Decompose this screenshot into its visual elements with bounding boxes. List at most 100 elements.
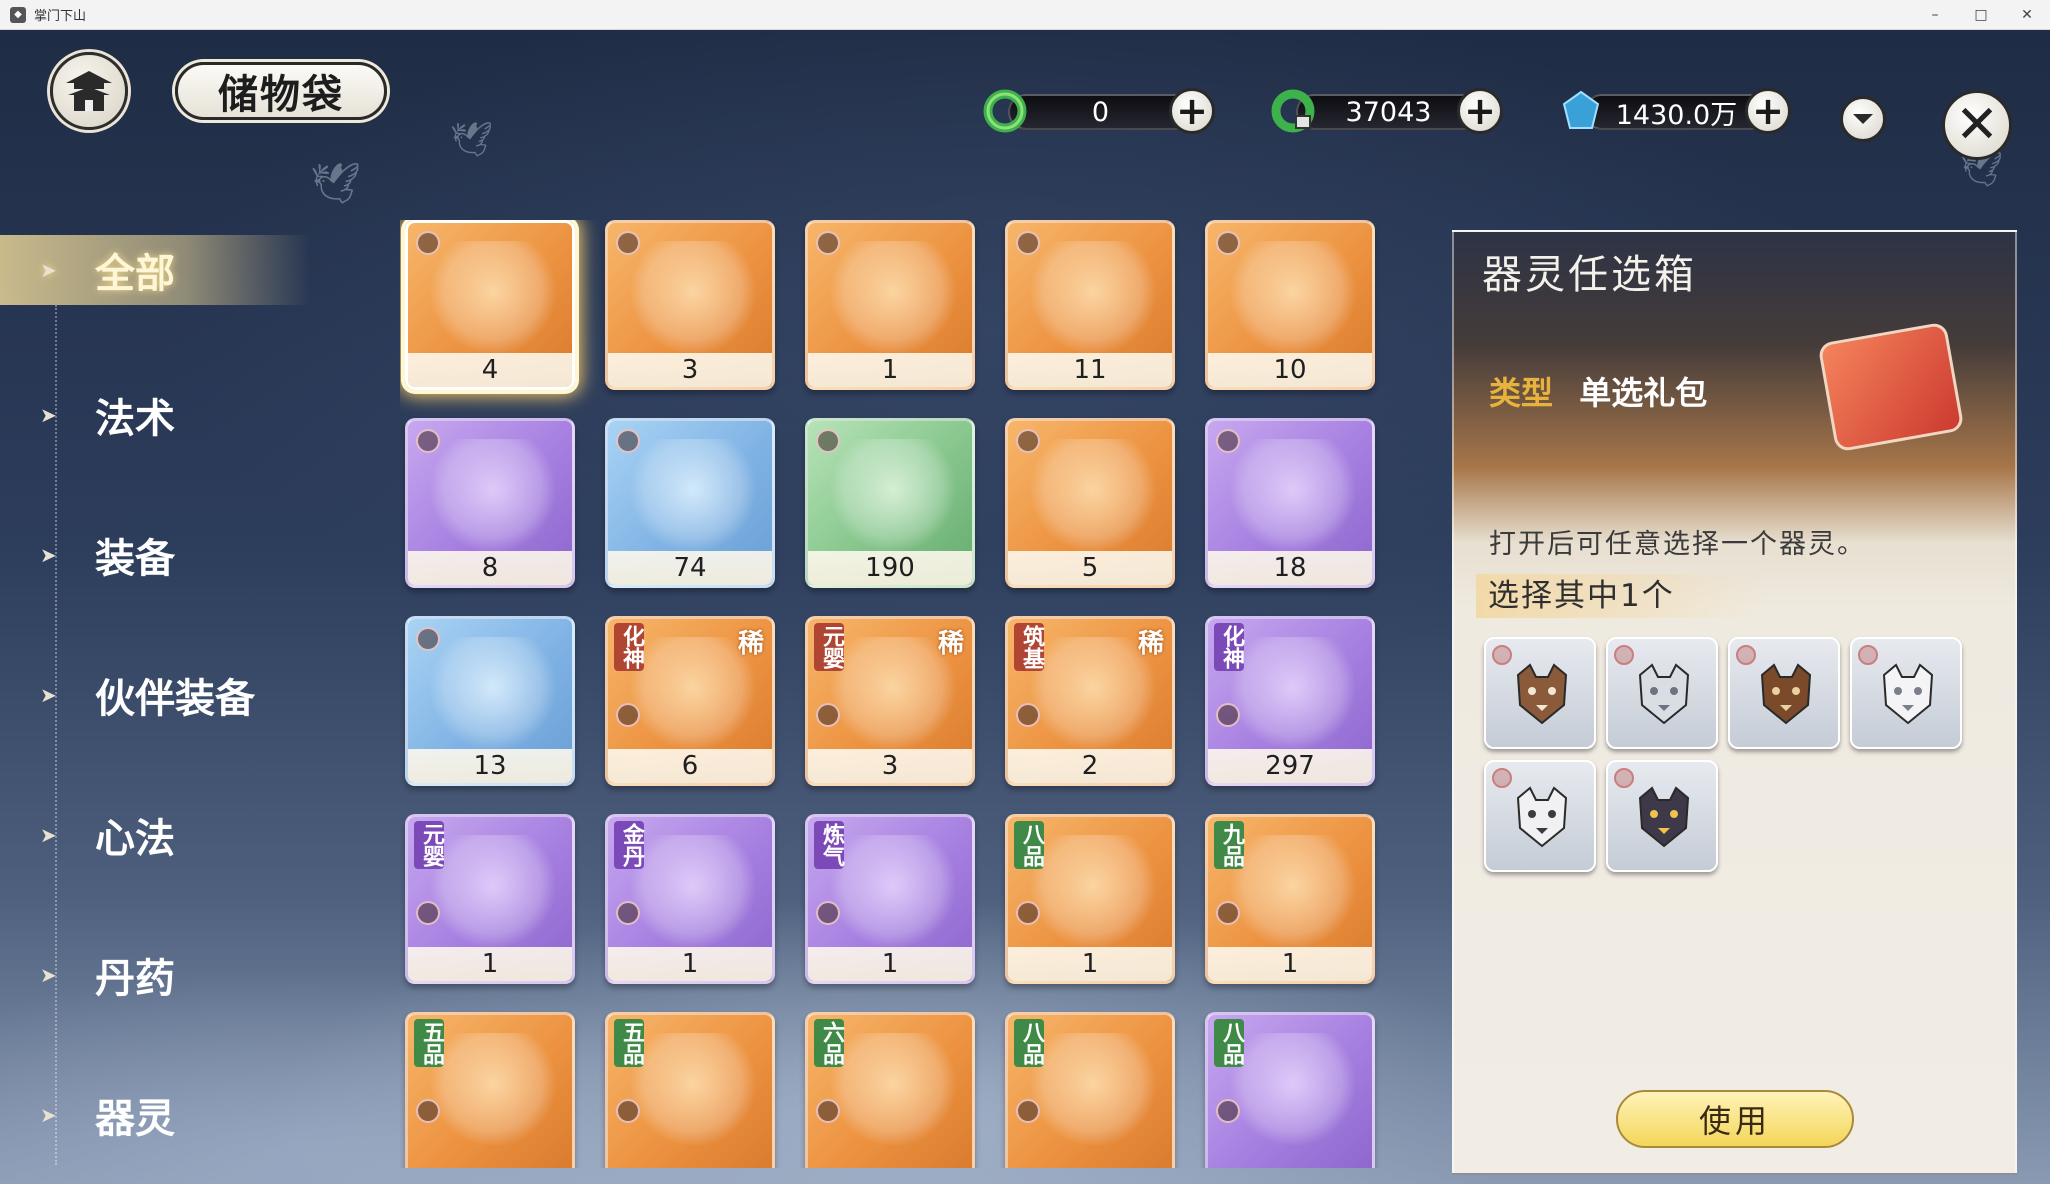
- item-artwork-icon: [430, 637, 556, 749]
- item-artwork-icon: [430, 241, 556, 353]
- sidebar-item-spells[interactable]: ➤ 法术: [40, 380, 320, 450]
- inventory-item[interactable]: 8: [405, 418, 575, 588]
- item-artwork-icon: [630, 439, 756, 551]
- window-close-button[interactable]: ✕: [2004, 0, 2050, 30]
- item-artwork-icon: [430, 835, 556, 947]
- spirit-option[interactable]: [1606, 637, 1718, 749]
- sidebar-item-mind-method[interactable]: ➤ 心法: [40, 800, 320, 870]
- jade-dragon-icon: [980, 86, 1030, 136]
- item-artwork-icon: [830, 1033, 956, 1145]
- inventory-item[interactable]: 190: [805, 418, 975, 588]
- currency-spirit-stone: 1430.0万 +: [1556, 88, 1791, 134]
- spirit-option[interactable]: [1484, 637, 1596, 749]
- sidebar-item-label: 伙伴装备: [95, 676, 255, 722]
- category-sidebar: ➤ 全部 ➤ 法术 ➤ 装备 ➤ 伙伴装备 ➤ 心法 ➤ 丹药 ➤ 器灵: [0, 205, 330, 1184]
- inventory-item[interactable]: 13: [405, 616, 575, 786]
- currency-bound-jade: 37043 +: [1268, 88, 1503, 134]
- inventory-item[interactable]: 九品 1: [1205, 814, 1375, 984]
- lock-icon: [616, 429, 640, 453]
- sidebar-item-artifact-spirit[interactable]: ➤ 器灵: [40, 1080, 320, 1150]
- item-type: 类型 单选礼包: [1489, 368, 1707, 414]
- game-viewport: 🕊 🕊 🕊 储物袋 0 + 37043 + 1430.0万 + ✕ ➤ 全部 ➤…: [0, 30, 2050, 1184]
- inventory-item[interactable]: 金丹 1: [605, 814, 775, 984]
- item-count: 4: [408, 353, 572, 387]
- sidebar-item-label: 丹药: [95, 956, 175, 1002]
- inventory-grid: 4 3 1 11 10 8 74 190 5 18 13 化神稀 6 元婴稀 3 筑基稀 2 化神 297 元婴 1 金丹…: [400, 220, 1400, 1168]
- inventory-item[interactable]: 元婴 稀 3: [805, 616, 975, 786]
- inventory-item[interactable]: 炼气 1: [805, 814, 975, 984]
- item-detail-panel: 器灵任选箱 类型 单选礼包 打开后可任意选择一个器灵。 选择其中1个 使用: [1452, 230, 2017, 1175]
- item-artwork-icon: [1230, 637, 1356, 749]
- wolf-icon: [1638, 663, 1690, 725]
- item-count: 297: [1208, 749, 1372, 783]
- item-grade-tag: 炼气: [814, 821, 844, 869]
- arrow-icon: ➤: [40, 1103, 57, 1127]
- spirit-option[interactable]: [1484, 760, 1596, 872]
- inventory-item[interactable]: 八品: [1005, 1012, 1175, 1168]
- rare-badge: 稀: [937, 629, 964, 659]
- inventory-item[interactable]: 六品: [805, 1012, 975, 1168]
- lock-icon: [1216, 231, 1240, 255]
- lock-icon: [1216, 901, 1240, 925]
- spirit-option[interactable]: [1728, 637, 1840, 749]
- inventory-item[interactable]: 五品: [605, 1012, 775, 1168]
- inventory-item[interactable]: 10: [1205, 220, 1375, 390]
- maximize-button[interactable]: □: [1958, 0, 2004, 30]
- inventory-item[interactable]: 化神 297: [1205, 616, 1375, 786]
- lock-icon: [616, 703, 640, 727]
- minimize-button[interactable]: –: [1912, 0, 1958, 30]
- item-grade-tag: 化神: [614, 623, 644, 671]
- item-grade-tag: 八品: [1214, 1019, 1244, 1067]
- inventory-item[interactable]: 5: [1005, 418, 1175, 588]
- close-button[interactable]: ✕: [1942, 90, 2012, 160]
- spirit-option[interactable]: [1606, 760, 1718, 872]
- page-title: 储物袋: [175, 62, 387, 120]
- arrow-icon: ➤: [40, 683, 57, 707]
- item-artwork-icon: [630, 241, 756, 353]
- expand-currency-button[interactable]: [1840, 96, 1886, 142]
- item-grade-tag: 九品: [1214, 821, 1244, 869]
- item-grade-tag: 八品: [1014, 821, 1044, 869]
- lock-icon: [416, 627, 440, 651]
- sidebar-item-all[interactable]: ➤ 全部: [0, 235, 310, 305]
- inventory-item[interactable]: 筑基 稀 2: [1005, 616, 1175, 786]
- inventory-item[interactable]: 3: [605, 220, 775, 390]
- currency-jade: 0 +: [980, 88, 1215, 134]
- inventory-item[interactable]: 74: [605, 418, 775, 588]
- lock-icon: [416, 231, 440, 255]
- sidebar-item-pills[interactable]: ➤ 丹药: [40, 940, 320, 1010]
- item-count: 6: [608, 749, 772, 783]
- chevron-down-icon: [1853, 114, 1873, 124]
- inventory-item[interactable]: 18: [1205, 418, 1375, 588]
- inventory-item[interactable]: 元婴 1: [405, 814, 575, 984]
- item-type-value: 单选礼包: [1579, 374, 1708, 412]
- lock-icon: [1216, 1099, 1240, 1123]
- lock-icon: [616, 901, 640, 925]
- home-button[interactable]: [50, 52, 128, 130]
- item-count: 10: [1208, 353, 1372, 387]
- inventory-item[interactable]: 八品 1: [1005, 814, 1175, 984]
- add-bound-jade-button[interactable]: +: [1457, 88, 1503, 134]
- arrow-icon: ➤: [40, 543, 57, 567]
- inventory-item[interactable]: 1: [805, 220, 975, 390]
- inventory-item[interactable]: 八品: [1205, 1012, 1375, 1168]
- item-artwork-icon: [1230, 439, 1356, 551]
- lock-icon: [1016, 901, 1040, 925]
- sidebar-item-label: 器灵: [95, 1096, 175, 1142]
- lock-icon: [1216, 703, 1240, 727]
- inventory-item[interactable]: 五品: [405, 1012, 575, 1168]
- use-button[interactable]: 使用: [1616, 1090, 1854, 1148]
- app-icon: ◆: [10, 6, 26, 23]
- item-artwork-icon: [430, 439, 556, 551]
- inventory-item[interactable]: 11: [1005, 220, 1175, 390]
- item-description: 打开后可任意选择一个器灵。: [1489, 529, 1866, 560]
- inventory-item[interactable]: 4: [405, 220, 575, 390]
- selection-box-icon: [1817, 321, 1965, 453]
- add-jade-button[interactable]: +: [1169, 88, 1215, 134]
- sidebar-item-equipment[interactable]: ➤ 装备: [40, 520, 320, 590]
- sidebar-item-partner-equipment[interactable]: ➤ 伙伴装备: [40, 660, 320, 730]
- inventory-item[interactable]: 化神 稀 6: [605, 616, 775, 786]
- item-count: 11: [1008, 353, 1172, 387]
- add-spirit-stone-button[interactable]: +: [1745, 88, 1791, 134]
- spirit-option[interactable]: [1850, 637, 1962, 749]
